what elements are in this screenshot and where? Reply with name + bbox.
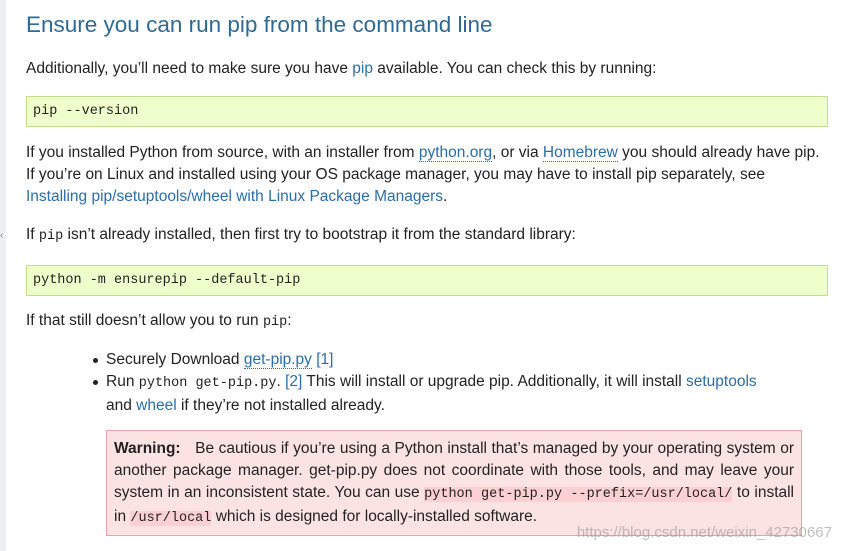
linux-package-managers-link[interactable]: Installing pip/setuptools/wheel with Lin… xyxy=(26,188,443,205)
inline-code-get-pip: python get-pip.py xyxy=(138,376,277,391)
homebrew-link[interactable]: Homebrew xyxy=(542,144,618,162)
intro-text-2: available. You can check this by running… xyxy=(372,60,657,77)
footnote-2-link[interactable]: [2] xyxy=(285,373,302,390)
run-text-3: This will install or upgrade pip. Additi… xyxy=(302,373,686,390)
stray-mark: ‹ xyxy=(0,230,4,241)
run-text-2: . xyxy=(276,373,286,390)
warning-code-prefix: python get-pip.py --prefix=/usr/local/ xyxy=(424,487,733,502)
bootstrap-paragraph: If pip isn’t already installed, then fir… xyxy=(26,224,828,248)
warning-box: Warning: Be cautious if you’re using a P… xyxy=(106,430,802,536)
python-org-link[interactable]: python.org xyxy=(418,144,493,162)
doc-content: Ensure you can run pip from the command … xyxy=(26,10,828,536)
code-block-pip-version: pip --version xyxy=(26,96,828,127)
bootstrap-text-1: If xyxy=(26,226,39,243)
list-item-run: Run python get-pip.py. [2] This will ins… xyxy=(93,371,828,417)
warning-code-usr-local: /usr/local xyxy=(130,511,212,526)
get-pip-link[interactable]: get-pip.py xyxy=(243,351,312,369)
run-text-1: Run xyxy=(106,373,139,390)
source-install-paragraph: If you installed Python from source, wit… xyxy=(26,142,828,208)
watermark: https://blog.csdn.net/weixin_42730667 xyxy=(576,524,832,541)
source-text-1: If you installed Python from source, wit… xyxy=(26,144,419,161)
warning-text-3: which is designed for locally-installed … xyxy=(211,508,538,525)
intro-text-1: Additionally, you’ll need to make sure y… xyxy=(26,60,353,77)
source-text-4: . xyxy=(443,188,448,205)
warning-title: Warning: xyxy=(114,440,181,457)
run-text-5: if they’re not installed already. xyxy=(176,397,385,414)
left-border-strip xyxy=(0,0,6,551)
section-heading: Ensure you can run pip from the command … xyxy=(26,12,493,37)
still-text-2: : xyxy=(287,312,292,329)
wheel-link[interactable]: wheel xyxy=(136,397,177,414)
still-text-1: If that still doesn’t allow you to run xyxy=(26,312,263,329)
setuptools-link[interactable]: setuptools xyxy=(686,373,757,390)
intro-paragraph: Additionally, you’ll need to make sure y… xyxy=(26,58,828,80)
download-text: Securely Download xyxy=(106,351,244,368)
install-steps-list: Securely Download get-pip.py [1] Run pyt… xyxy=(26,349,828,417)
pip-link[interactable]: pip xyxy=(352,60,373,77)
inline-code-pip-2: pip xyxy=(262,315,288,330)
code-block-ensurepip: python -m ensurepip --default-pip xyxy=(26,265,828,296)
inline-code-pip: pip xyxy=(38,229,64,244)
list-item-download: Securely Download get-pip.py [1] xyxy=(93,349,828,371)
bootstrap-text-2: isn’t already installed, then first try … xyxy=(63,226,576,243)
source-text-2: , or via xyxy=(492,144,543,161)
still-paragraph: If that still doesn’t allow you to run p… xyxy=(26,310,828,334)
footnote-1-link[interactable]: [1] xyxy=(316,351,333,368)
run-text-4: and xyxy=(106,397,137,414)
